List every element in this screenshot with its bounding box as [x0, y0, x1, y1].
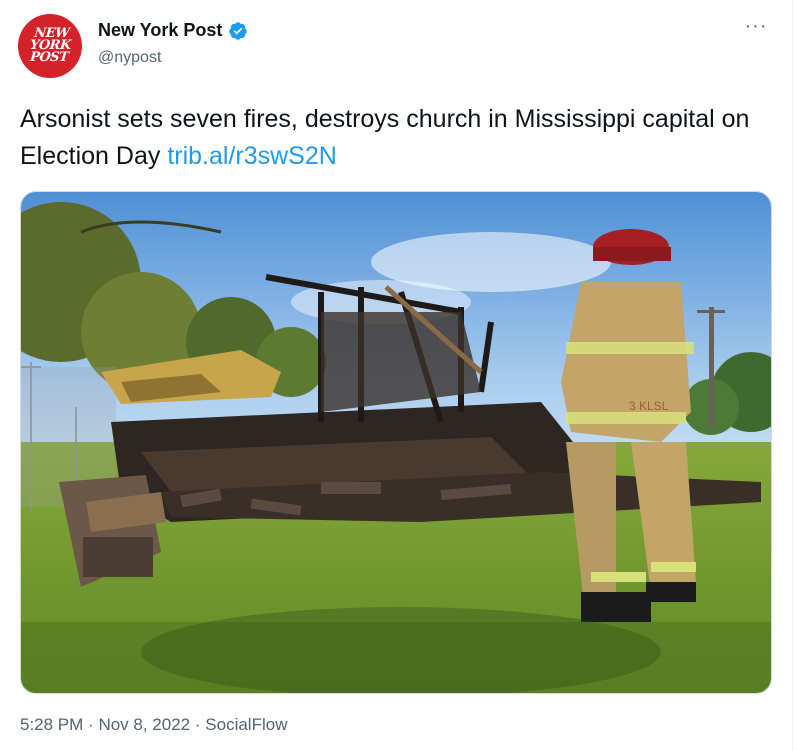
- helmet-text: 3 KLSL: [629, 399, 669, 413]
- avatar[interactable]: NEW YORK POST: [18, 14, 82, 78]
- author-handle[interactable]: @nypost: [98, 49, 161, 67]
- tweet-source[interactable]: SocialFlow: [205, 715, 287, 734]
- meta-separator: ·: [194, 715, 201, 734]
- tweet-photo[interactable]: 3 KLSL: [20, 191, 772, 694]
- author-name[interactable]: New York Post: [98, 20, 222, 41]
- verified-badge-icon: [229, 21, 248, 40]
- tweet-text: Arsonist sets seven fires, destroys chur…: [20, 101, 760, 175]
- meta-separator: ·: [88, 715, 94, 734]
- tweet-body: Arsonist sets seven fires, destroys chur…: [20, 105, 750, 170]
- author-row: New York Post: [98, 20, 248, 41]
- tweet-link[interactable]: trib.al/r3swS2N: [167, 142, 337, 170]
- more-options-icon[interactable]: ···: [742, 16, 770, 40]
- nypost-logo: NEW YORK POST: [28, 26, 72, 65]
- tweet-date[interactable]: Nov 8, 2022: [98, 715, 190, 734]
- tweet-meta: 5:28 PM · Nov 8, 2022 · SocialFlow: [20, 715, 287, 735]
- tweet-card: NEW YORK POST New York Post @nypost ··· …: [0, 0, 793, 751]
- tweet-time[interactable]: 5:28 PM: [20, 715, 83, 734]
- fire-scene-image: 3 KLSL: [21, 192, 771, 693]
